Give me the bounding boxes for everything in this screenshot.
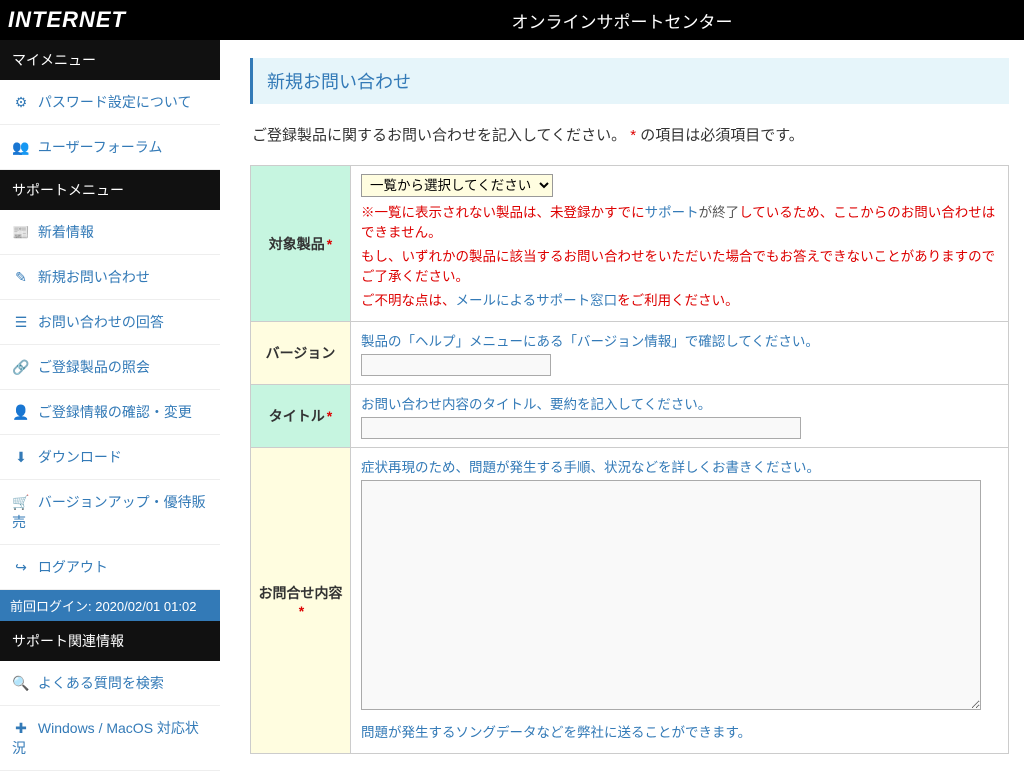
required-star-icon: * [299, 603, 304, 619]
sidebar-item-label: ダウンロード [38, 449, 122, 465]
row-cell-product: 一覧から選択してください ※一覧に表示されない製品は、未登録かすでにサポートが終… [351, 166, 1009, 322]
brand-logo: INTERNET [0, 7, 220, 33]
row-cell-version: 製品の「ヘルプ」メニューにある「バージョン情報」で確認してください。 [351, 322, 1009, 385]
site-title: オンラインサポートセンター [220, 8, 1024, 33]
sidebar-item-label: Windows / MacOS 対応状況 [12, 720, 199, 756]
product-note-3: ご不明な点は、メールによるサポート窓口をご利用ください。 [361, 289, 998, 309]
sidebar-item-upgrade[interactable]: 🛒 バージョンアップ・優待販売 [0, 480, 220, 545]
topbar: INTERNET オンラインサポートセンター [0, 0, 1024, 40]
row-cell-body: 症状再現のため、問題が発生する手順、状況などを詳しくお書きください。 問題が発生… [351, 448, 1009, 754]
intro-text: ご登録製品に関するお問い合わせを記入してください。 * の項目は必須項目です。 [252, 124, 1007, 145]
body-textarea[interactable] [361, 480, 981, 710]
required-star-icon: * [327, 236, 332, 252]
sidebar-group-header-related: サポート関連情報 [0, 621, 220, 661]
sidebar-item-logout[interactable]: ↪ ログアウト [0, 545, 220, 590]
label-text: お問合せ内容 [259, 585, 343, 601]
link-icon: 🔗 [12, 359, 30, 376]
product-select[interactable]: 一覧から選択してください [361, 174, 553, 197]
user-icon: 👤 [12, 404, 30, 421]
plus-icon: ✚ [12, 720, 30, 737]
title-input[interactable] [361, 417, 801, 439]
edit-icon: ✎ [12, 269, 30, 286]
cart-icon: 🛒 [12, 494, 30, 511]
intro-post: の項目は必須項目です。 [640, 127, 804, 144]
row-label-title: タイトル* [251, 385, 351, 448]
sidebar-item-account[interactable]: 👤 ご登録情報の確認・変更 [0, 390, 220, 435]
product-note-1: ※一覧に表示されない製品は、未登録かすでにサポートが終了しているため、ここからの… [361, 201, 998, 241]
sidebar-group-header-mymenu: マイメニュー [0, 40, 220, 80]
sidebar-item-label: ご登録情報の確認・変更 [38, 404, 192, 420]
sidebar-item-label: バージョンアップ・優待販売 [12, 494, 206, 530]
sidebar-item-new-inquiry[interactable]: ✎ 新規お問い合わせ [0, 255, 220, 300]
body-hint: 症状再現のため、問題が発生する手順、状況などを詳しくお書きください。 [361, 456, 998, 476]
version-hint: 製品の「ヘルプ」メニューにある「バージョン情報」で確認してください。 [361, 330, 998, 350]
required-star: * [630, 127, 636, 144]
last-login-info: 前回ログイン: 2020/02/01 01:02 [0, 590, 220, 621]
sidebar-item-label: お問い合わせの回答 [38, 314, 164, 330]
row-cell-title: お問い合わせ内容のタイトル、要約を記入してください。 [351, 385, 1009, 448]
sidebar-item-label: よくある質問を検索 [38, 675, 164, 691]
label-text: 対象製品 [269, 236, 325, 252]
row-label-version: バージョン [251, 322, 351, 385]
page-title: 新規お問い合わせ [250, 58, 1009, 104]
product-note-2: もし、いずれかの製品に該当するお問い合わせをいただいた場合でもお答えできないこと… [361, 245, 998, 285]
sidebar-item-label: ログアウト [38, 559, 108, 575]
sidebar-item-faq[interactable]: 🔍 よくある質問を検索 [0, 661, 220, 706]
sidebar-item-os-support[interactable]: ✚ Windows / MacOS 対応状況 [0, 706, 220, 771]
sidebar-item-password[interactable]: ⚙ パスワード設定について [0, 80, 220, 125]
users-icon: 👥 [12, 139, 30, 156]
main-content: 新規お問い合わせ ご登録製品に関するお問い合わせを記入してください。 * の項目… [220, 40, 1024, 784]
logout-icon: ↪ [12, 559, 30, 576]
list-icon: ☰ [12, 314, 30, 331]
sidebar-item-label: 新規お問い合わせ [38, 269, 150, 285]
row-label-body: お問合せ内容 * [251, 448, 351, 754]
version-input[interactable] [361, 354, 551, 376]
sidebar-item-news[interactable]: 📰 新着情報 [0, 210, 220, 255]
inquiry-form-table: 対象製品* 一覧から選択してください ※一覧に表示されない製品は、未登録かすでに… [250, 165, 1009, 754]
sidebar: マイメニュー ⚙ パスワード設定について 👥 ユーザーフォーラム サポートメニュ… [0, 40, 220, 784]
body-footer-hint: 問題が発生するソングデータなどを弊社に送ることができます。 [361, 721, 998, 741]
sidebar-item-label: パスワード設定について [38, 94, 192, 110]
row-label-product: 対象製品* [251, 166, 351, 322]
intro-pre: ご登録製品に関するお問い合わせを記入してください。 [252, 127, 626, 144]
title-hint: お問い合わせ内容のタイトル、要約を記入してください。 [361, 393, 998, 413]
sidebar-item-label: 新着情報 [38, 224, 94, 240]
sidebar-item-label: ユーザーフォーラム [38, 139, 162, 155]
search-icon: 🔍 [12, 675, 30, 692]
required-star-icon: * [327, 408, 332, 424]
label-text: タイトル [269, 408, 325, 424]
sidebar-item-forum[interactable]: 👥 ユーザーフォーラム [0, 125, 220, 170]
sidebar-item-products[interactable]: 🔗 ご登録製品の照会 [0, 345, 220, 390]
download-icon: ⬇ [12, 449, 30, 466]
news-icon: 📰 [12, 224, 30, 241]
sidebar-item-label: ご登録製品の照会 [38, 359, 150, 375]
sidebar-item-download[interactable]: ⬇ ダウンロード [0, 435, 220, 480]
sidebar-item-responses[interactable]: ☰ お問い合わせの回答 [0, 300, 220, 345]
mail-support-link[interactable]: メールによるサポート窓口 [456, 293, 618, 308]
gear-icon: ⚙ [12, 94, 30, 111]
sidebar-group-header-support: サポートメニュー [0, 170, 220, 210]
